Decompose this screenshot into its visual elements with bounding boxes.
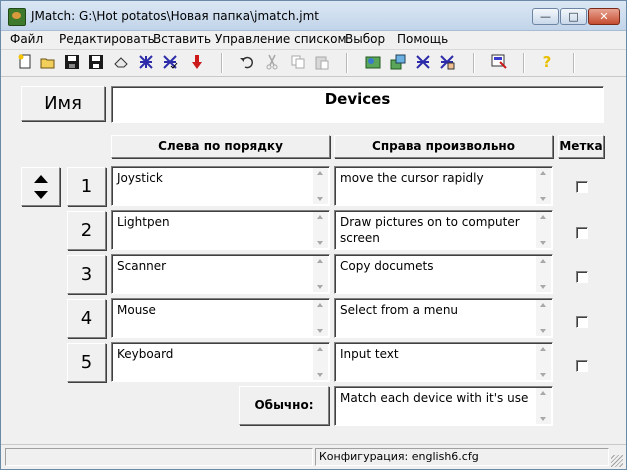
scrollbar[interactable] <box>313 168 328 204</box>
config-icon[interactable] <box>491 54 507 70</box>
mark-checkbox[interactable] <box>576 316 588 328</box>
default-item-text: Match each device with it's use <box>340 391 529 405</box>
grid-icon[interactable] <box>138 54 154 70</box>
scrollbar[interactable] <box>313 344 328 380</box>
grid-check-icon[interactable] <box>162 54 178 70</box>
menu-bar: Файл Редактировать Вставить Управление с… <box>1 31 626 49</box>
app-icon[interactable] <box>8 8 26 26</box>
status-bar: Конфигурация: english6.cfg <box>1 444 626 470</box>
save-as-icon[interactable] <box>88 54 104 70</box>
row-number-button[interactable]: 3 <box>67 255 106 294</box>
right-item-field[interactable]: Draw pictures on to computer screen <box>334 210 553 250</box>
left-item-field[interactable]: Mouse <box>111 298 330 338</box>
row-number-button[interactable]: 1 <box>67 167 106 206</box>
right-item-text: Draw pictures on to computer screen <box>340 215 520 245</box>
open-folder-icon[interactable] <box>40 54 56 70</box>
menu-list-management[interactable]: Управление списком <box>215 32 347 46</box>
scrollbar[interactable] <box>536 212 551 248</box>
right-item-text: move the cursor rapidly <box>340 171 484 185</box>
right-item-field[interactable]: move the cursor rapidly <box>334 166 553 206</box>
status-config: Конфигурация: english6.cfg <box>315 448 609 466</box>
name-button[interactable]: Имя <box>21 86 105 121</box>
scrollbar[interactable] <box>536 300 551 336</box>
right-item-text: Input text <box>340 347 399 361</box>
left-item-text: Lightpen <box>117 215 170 229</box>
window-title: JMatch: G:\Hot potatos\Новая папка\jmatc… <box>31 9 319 23</box>
paste-icon[interactable] <box>314 54 330 70</box>
help-icon[interactable]: ? <box>539 54 555 70</box>
exercise-title-field[interactable]: Devices <box>111 86 604 123</box>
export-icon[interactable] <box>390 54 406 70</box>
eraser-icon[interactable] <box>113 54 129 70</box>
mark-checkbox[interactable] <box>576 181 588 193</box>
cut-icon[interactable] <box>264 54 280 70</box>
scrollbar[interactable] <box>536 256 551 292</box>
default-item-field[interactable]: Match each device with it's use <box>334 386 553 426</box>
left-item-text: Joystick <box>117 171 163 185</box>
row-number-button[interactable]: 4 <box>67 299 106 338</box>
mark-checkbox[interactable] <box>576 227 588 239</box>
mark-checkbox[interactable] <box>576 271 588 283</box>
left-item-text: Keyboard <box>117 347 174 361</box>
web-page-icon[interactable] <box>365 54 381 70</box>
default-button[interactable]: Обычно: <box>239 386 329 425</box>
mark-checkbox[interactable] <box>576 360 588 372</box>
left-item-field[interactable]: Lightpen <box>111 210 330 250</box>
undo-icon[interactable] <box>239 54 255 70</box>
scrollbar[interactable] <box>536 344 551 380</box>
menu-file[interactable]: Файл <box>10 32 43 46</box>
minimize-button[interactable]: — <box>532 8 559 25</box>
grid-hand-icon[interactable] <box>439 54 455 70</box>
scrollbar[interactable] <box>313 212 328 248</box>
scrollbar[interactable] <box>313 256 328 292</box>
right-item-field[interactable]: Select from a menu <box>334 298 553 338</box>
maximize-button[interactable]: □ <box>560 8 587 25</box>
status-left-panel <box>5 448 313 466</box>
header-mark: Метка <box>558 135 604 158</box>
scroll-rows-button[interactable] <box>21 167 60 206</box>
scrollbar[interactable] <box>536 388 551 424</box>
red-arrow-down-icon[interactable] <box>189 54 205 70</box>
row-number-button[interactable]: 5 <box>67 343 106 382</box>
app-window: JMatch: G:\Hot potatos\Новая папка\jmatc… <box>0 0 627 470</box>
title-bar[interactable]: JMatch: G:\Hot potatos\Новая папка\jmatc… <box>1 1 626 31</box>
left-item-field[interactable]: Joystick <box>111 166 330 206</box>
menu-options[interactable]: Выбор <box>345 32 385 46</box>
toolbar: ? <box>1 49 626 77</box>
copy-icon[interactable] <box>290 54 306 70</box>
header-right-random: Справа произвольно <box>334 135 553 158</box>
menu-edit[interactable]: Редактировать <box>59 32 155 46</box>
left-item-text: Scanner <box>117 259 167 273</box>
right-item-field[interactable]: Copy documets <box>334 254 553 294</box>
resize-grip-icon[interactable] <box>611 455 623 467</box>
left-item-text: Mouse <box>117 303 156 317</box>
scrollbar[interactable] <box>536 168 551 204</box>
new-file-icon[interactable] <box>17 54 33 70</box>
close-button[interactable]: ✕ <box>588 8 620 25</box>
right-item-field[interactable]: Input text <box>334 342 553 382</box>
menu-help[interactable]: Помощь <box>397 32 448 46</box>
arrow-up-icon[interactable] <box>34 175 48 183</box>
grid-export-icon[interactable] <box>415 54 431 70</box>
header-left-ordered: Слева по порядку <box>111 135 330 158</box>
save-icon[interactable] <box>64 54 80 70</box>
menu-insert[interactable]: Вставить <box>153 32 211 46</box>
left-item-field[interactable]: Scanner <box>111 254 330 294</box>
scrollbar[interactable] <box>313 300 328 336</box>
row-number-button[interactable]: 2 <box>67 211 106 250</box>
arrow-down-icon[interactable] <box>34 191 48 199</box>
right-item-text: Copy documets <box>340 259 434 273</box>
left-item-field[interactable]: Keyboard <box>111 342 330 382</box>
right-item-text: Select from a menu <box>340 303 459 317</box>
